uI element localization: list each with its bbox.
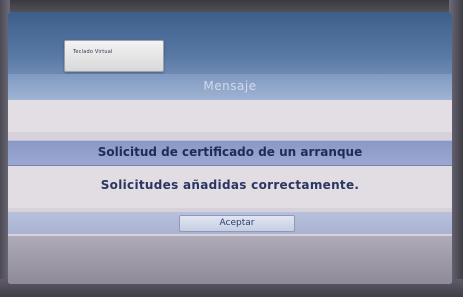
virtual-keyboard-label: Teclado Virtual (73, 49, 113, 55)
screen: Teclado Virtual Mensaje Solicitud de cer… (8, 12, 452, 284)
dialog-title: Mensaje (203, 79, 257, 93)
dialog-subtitle-band: Solicitud de certificado de un arranque (8, 140, 452, 166)
dialog-body: Solicitud de certificado de un arranque … (8, 100, 452, 284)
dialog-message: Solicitudes añadidas correctamente. (100, 178, 360, 192)
dialog-message-area: Solicitudes añadidas correctamente. (8, 166, 452, 208)
virtual-keyboard-button[interactable]: Teclado Virtual (64, 40, 164, 72)
dialog-header-spacer (8, 100, 452, 132)
dialog-title-bar: Mensaje (8, 74, 452, 100)
dialog-subtitle: Solicitud de certificado de un arranque (97, 145, 363, 159)
accept-button[interactable]: Aceptar (179, 215, 295, 232)
dialog-button-bar: Aceptar (8, 212, 452, 234)
dialog-footer (8, 236, 452, 284)
